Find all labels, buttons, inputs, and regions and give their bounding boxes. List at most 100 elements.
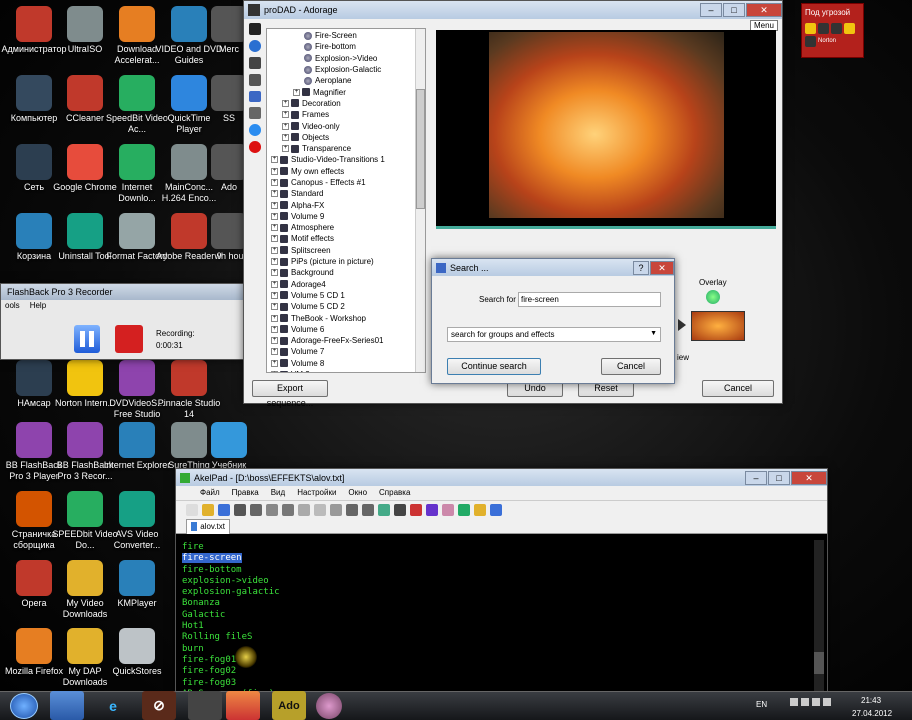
editor-scroll-thumb[interactable]: [814, 652, 824, 674]
editor-scrollbar[interactable]: [814, 540, 824, 692]
overlay-thumbnail[interactable]: [691, 311, 745, 341]
clock-time[interactable]: 21:43: [861, 696, 881, 705]
search-close-button[interactable]: ✕: [650, 260, 674, 275]
taskbar-explorer-button[interactable]: [50, 691, 84, 720]
tree-item[interactable]: Fire-Screen: [267, 30, 425, 41]
close-button[interactable]: ✕: [746, 3, 782, 17]
export-sequence-button[interactable]: Export sequence...: [252, 380, 328, 408]
save-icon[interactable]: [218, 503, 230, 516]
layers-icon[interactable]: [249, 73, 261, 86]
taskbar-ie-button[interactable]: e: [96, 691, 130, 720]
tree-item[interactable]: + Splitscreen: [267, 245, 425, 256]
plugin-icon[interactable]: [474, 503, 486, 516]
editor-line[interactable]: fire: [176, 542, 816, 553]
menu-item[interactable]: Окно: [348, 486, 367, 500]
tree-item[interactable]: + Decoration: [267, 98, 425, 109]
editor-line[interactable]: Galactic: [176, 610, 816, 621]
tree-item[interactable]: + Canopus - Effects #1: [267, 177, 425, 188]
search-help-button[interactable]: ?: [633, 260, 649, 275]
expand-icon[interactable]: +: [271, 201, 278, 209]
taskbar-lang[interactable]: EN: [756, 700, 767, 709]
expand-icon[interactable]: +: [271, 235, 278, 243]
expand-icon[interactable]: +: [271, 167, 278, 175]
akelpad-window[interactable]: AkelPad - [D:\boss\EFFEKTS\alov.txt] – □…: [175, 468, 828, 698]
open-icon[interactable]: [202, 503, 214, 516]
expand-icon[interactable]: +: [271, 224, 278, 232]
blue-dot-icon[interactable]: [249, 124, 261, 137]
taskbar-app-button[interactable]: [226, 691, 260, 720]
tree-item[interactable]: + Magnifier: [267, 86, 425, 97]
akelpad-editor[interactable]: fire fire-screen fire-bottom explosion->vid…: [176, 540, 816, 692]
tree-item[interactable]: + PiPs (picture in picture): [267, 256, 425, 267]
clock-date[interactable]: 27.04.2012: [852, 709, 892, 718]
tree-item[interactable]: + VM 2: [267, 369, 425, 372]
tree-item[interactable]: + Transparence: [267, 143, 425, 154]
menu-item[interactable]: Настройки: [297, 486, 336, 500]
undo-icon[interactable]: [346, 503, 358, 516]
expand-icon[interactable]: +: [271, 156, 278, 164]
tray-flag-icon[interactable]: [823, 698, 831, 706]
expand-icon[interactable]: +: [271, 258, 278, 266]
norton-widget[interactable]: Под угрозой Norton: [801, 3, 864, 58]
norton-settings-icon[interactable]: [818, 23, 829, 34]
minimize-button[interactable]: –: [700, 3, 722, 17]
tree-item[interactable]: + TheBook - Workshop: [267, 312, 425, 323]
tree-item[interactable]: + Volume 5 CD 2: [267, 301, 425, 312]
desktop-icon[interactable]: AVS Video Converter...: [103, 491, 171, 551]
expand-icon[interactable]: +: [271, 371, 278, 372]
prodad-titlebar[interactable]: proDAD - Adorage – □ ✕: [244, 1, 782, 19]
tree-item[interactable]: + Adorage-FreeFx-Series01: [267, 335, 425, 346]
settings-icon[interactable]: [458, 503, 470, 516]
view-icon[interactable]: [378, 503, 390, 516]
expand-icon[interactable]: +: [271, 337, 278, 345]
find-icon[interactable]: [250, 503, 262, 516]
editor-line[interactable]: explosion-galactic: [176, 587, 816, 598]
copy-icon[interactable]: [298, 503, 310, 516]
paragraph-icon[interactable]: [394, 503, 406, 516]
search-scope-select[interactable]: search for groups and effects ▼: [447, 327, 661, 342]
expand-icon[interactable]: +: [271, 280, 278, 288]
tree-item[interactable]: + Motif effects: [267, 233, 425, 244]
desktop-icon[interactable]: QuickStores: [103, 628, 171, 677]
tool-icon[interactable]: [490, 503, 502, 516]
norton-phone-icon[interactable]: [831, 23, 842, 34]
redo-icon[interactable]: [362, 503, 374, 516]
tray-volume-icon[interactable]: [812, 698, 820, 706]
desktop-icon[interactable]: KMPlayer: [103, 560, 171, 609]
search-input[interactable]: [518, 292, 661, 307]
cut-icon[interactable]: [282, 503, 294, 516]
tree-item[interactable]: Explosion-Galactic: [267, 64, 425, 75]
expand-icon[interactable]: +: [271, 314, 278, 322]
new-icon[interactable]: [186, 503, 198, 516]
tree-item[interactable]: + Objects: [267, 132, 425, 143]
tree-item[interactable]: Explosion->Video: [267, 53, 425, 64]
editor-line[interactable]: fire-fog01: [176, 655, 816, 666]
tree-item[interactable]: + Volume 5 CD 1: [267, 290, 425, 301]
expand-icon[interactable]: +: [271, 359, 278, 367]
font-icon[interactable]: [442, 503, 454, 516]
paste-icon[interactable]: [314, 503, 326, 516]
cancel-button[interactable]: Cancel: [702, 380, 774, 397]
effects-tree[interactable]: Fire-Screen Fire-bottom Explosion->Video Ex…: [266, 28, 426, 373]
start-button[interactable]: [10, 693, 38, 719]
help-icon[interactable]: [249, 39, 261, 52]
tree-item[interactable]: + Atmosphere: [267, 222, 425, 233]
red-dot-icon[interactable]: [249, 141, 261, 153]
akelpad-minimize-button[interactable]: –: [745, 470, 767, 485]
taskbar-akelpad-button[interactable]: [188, 691, 222, 720]
editor-line[interactable]: burn: [176, 644, 816, 655]
search-titlebar[interactable]: Search ... ? ✕: [432, 259, 674, 276]
search-dialog[interactable]: Search ... ? ✕ Search for search for gro…: [431, 258, 675, 384]
editor-line[interactable]: fire-bottom: [176, 565, 816, 576]
expand-icon[interactable]: +: [271, 246, 278, 254]
flashback-menu-help[interactable]: Help: [30, 301, 46, 312]
tree-item[interactable]: Fire-bottom: [267, 41, 425, 52]
search-cancel-button[interactable]: Cancel: [601, 358, 661, 375]
tree-item[interactable]: + Volume 9: [267, 211, 425, 222]
editor-line[interactable]: fire-screen: [176, 553, 816, 564]
maximize-button[interactable]: □: [723, 3, 745, 17]
tree-item[interactable]: + Video-only: [267, 120, 425, 131]
desktop-icon[interactable]: Учебник: [207, 422, 251, 471]
tray-arrow-icon[interactable]: [790, 698, 798, 706]
expand-icon[interactable]: +: [282, 99, 289, 107]
